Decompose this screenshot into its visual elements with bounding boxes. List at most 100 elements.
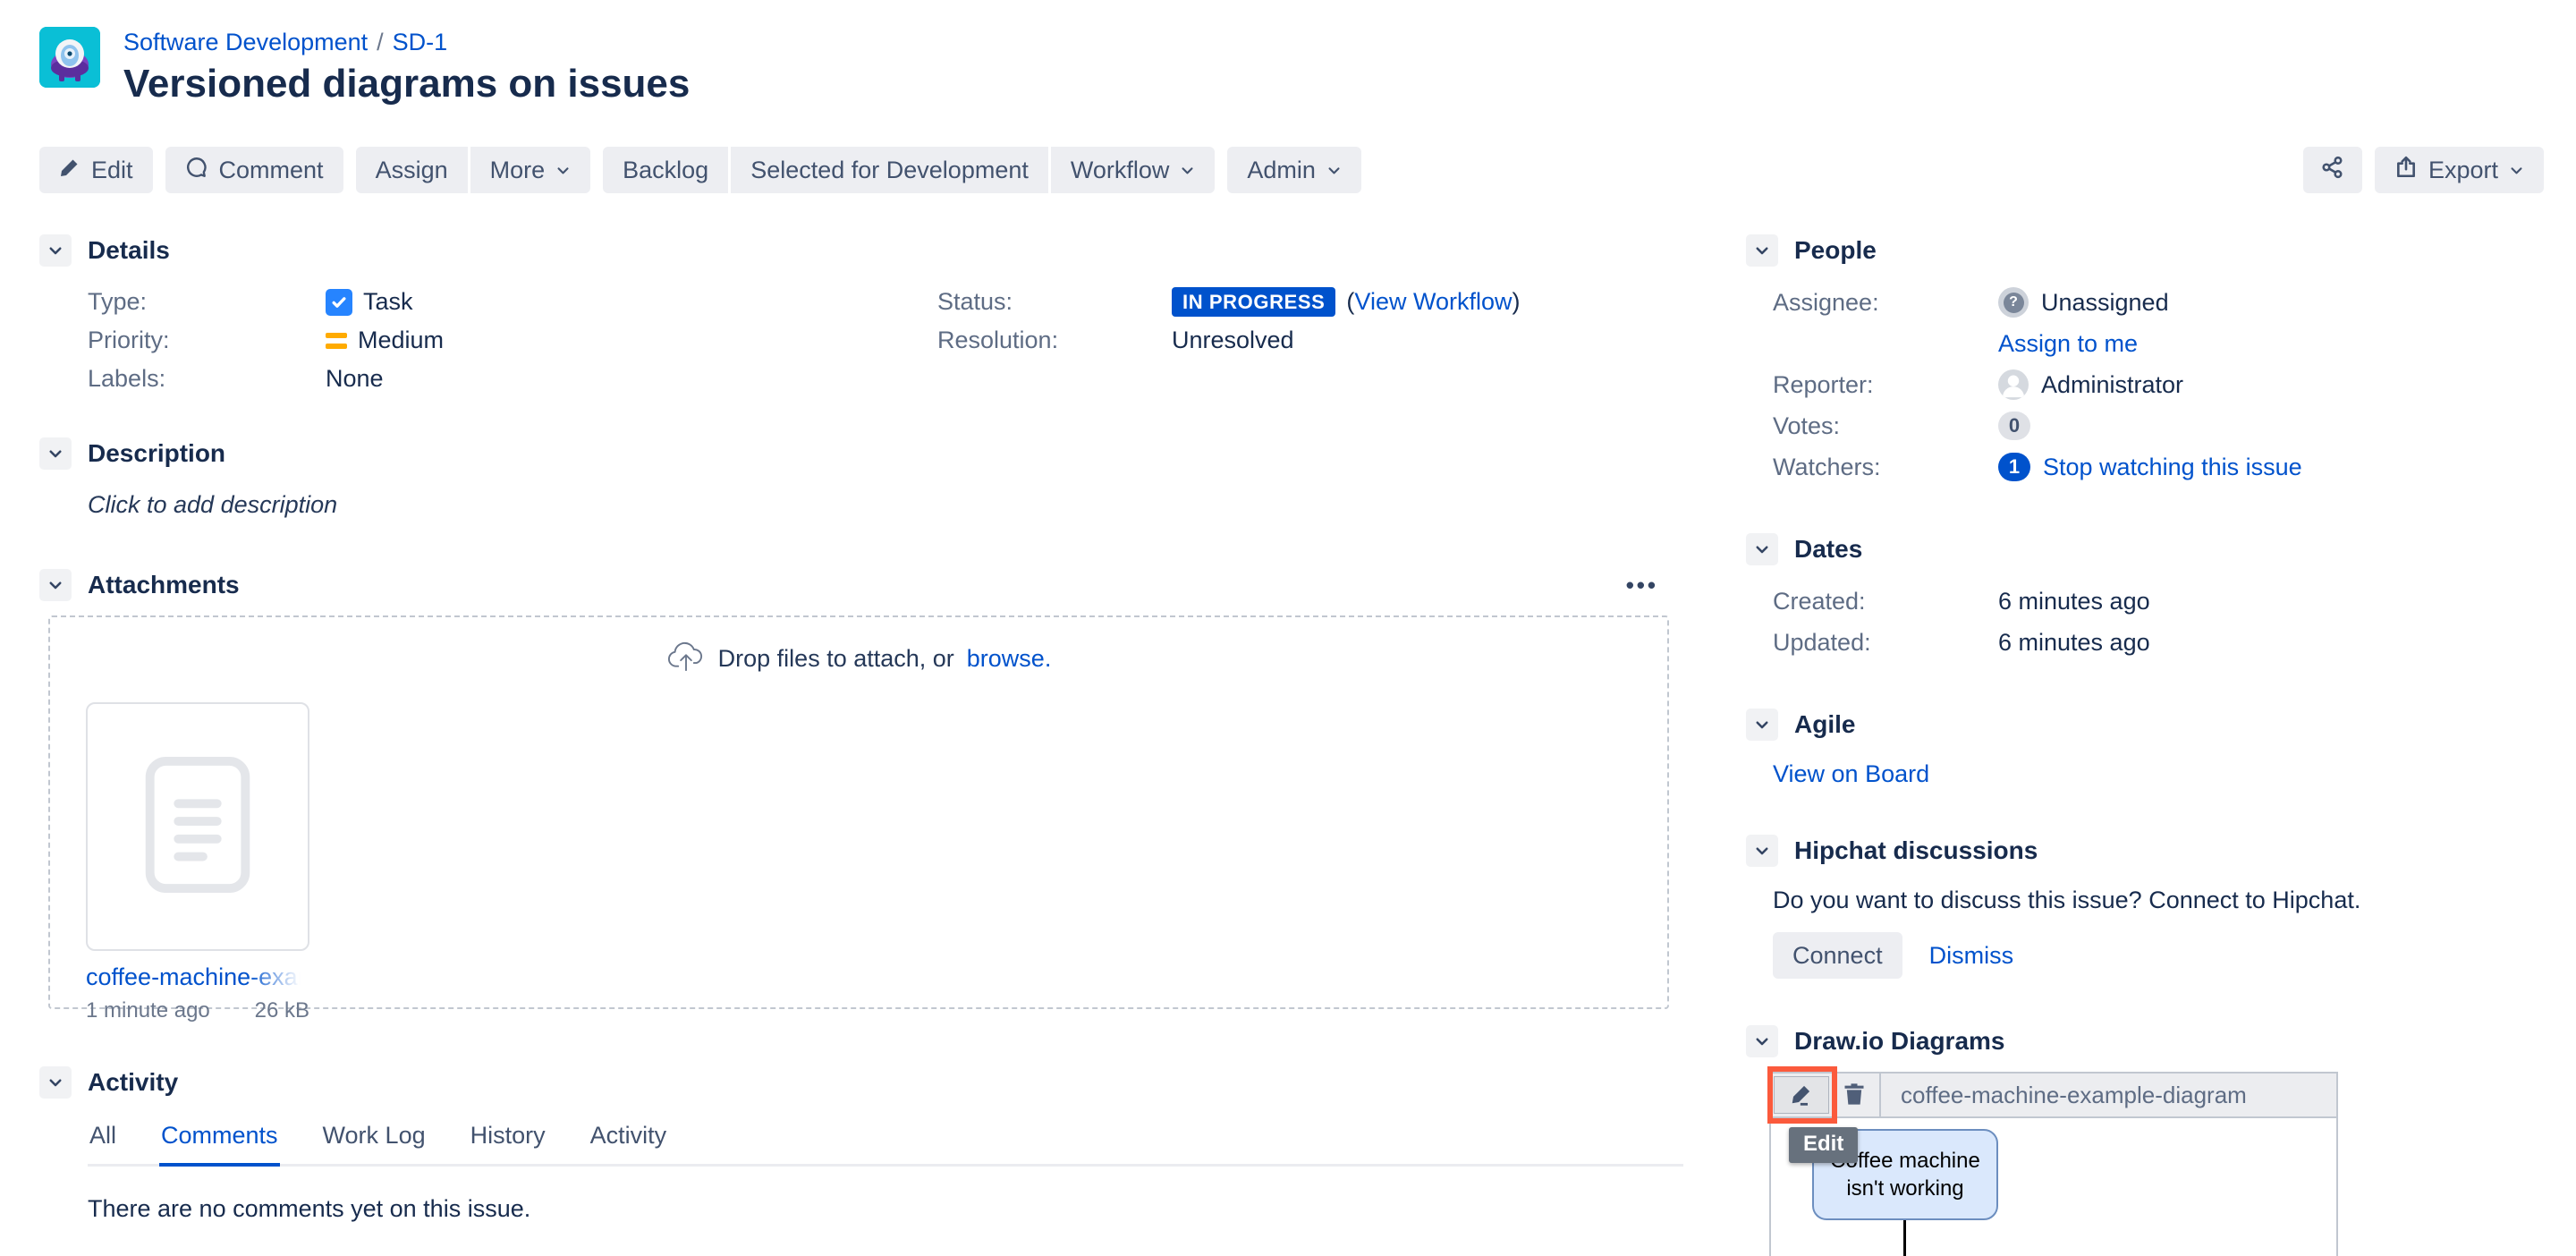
hipchat-connect-button[interactable]: Connect (1773, 932, 1902, 979)
drawio-section: Draw.io Diagrams coffee-machine-example-… (1746, 1025, 2544, 1256)
breadcrumb: Software Development/SD-1 (123, 27, 690, 55)
watchers-row: Watchers: 1 Stop watching this issue (1773, 447, 2544, 487)
export-button[interactable]: Export (2375, 147, 2544, 193)
tab-work-log[interactable]: Work Log (321, 1122, 428, 1164)
activity-tabs: All Comments Work Log History Activity (88, 1122, 1683, 1167)
drawio-heading: Draw.io Diagrams (1794, 1027, 2004, 1056)
diagram-name: coffee-machine-example-diagram (1881, 1082, 2247, 1109)
breadcrumb-issue-key-link[interactable]: SD-1 (393, 29, 448, 55)
activity-section: Activity All Comments Work Log History A… (39, 1066, 1683, 1256)
hipchat-text: Do you want to discuss this issue? Conne… (1773, 887, 2544, 914)
share-button[interactable] (2303, 147, 2362, 193)
assign-button[interactable]: Assign (356, 147, 468, 193)
tab-history[interactable]: History (469, 1122, 547, 1164)
people-section: People Assignee: ? Unassigned Assign to … (1746, 234, 2544, 487)
agile-collapse-chevron-icon[interactable] (1746, 709, 1778, 741)
breadcrumb-project-link[interactable]: Software Development (123, 29, 368, 55)
dates-heading: Dates (1794, 535, 1862, 564)
admin-button[interactable]: Admin (1227, 147, 1361, 193)
chevron-down-icon (2509, 157, 2524, 184)
document-icon (139, 754, 257, 900)
people-heading: People (1794, 236, 1877, 265)
chevron-down-icon (1180, 157, 1195, 184)
stop-watching-link[interactable]: Stop watching this issue (2043, 454, 2302, 481)
comment-button[interactable]: Comment (165, 147, 343, 193)
drawio-collapse-chevron-icon[interactable] (1746, 1025, 1778, 1057)
agile-section: Agile View on Board (1746, 709, 2544, 788)
created-row: Created: 6 minutes ago (1773, 581, 2544, 621)
people-collapse-chevron-icon[interactable] (1746, 234, 1778, 267)
workflow-button[interactable]: Workflow (1051, 147, 1216, 193)
browse-link[interactable]: browse. (967, 645, 1052, 673)
attachment-file-name[interactable]: coffee-machine-example-d (86, 963, 309, 991)
details-collapse-chevron-icon[interactable] (39, 234, 72, 267)
created-label: Created: (1773, 588, 1998, 615)
status-label: Status: (937, 288, 1172, 316)
attachments-heading: Attachments (88, 571, 240, 599)
agile-heading: Agile (1794, 710, 1855, 739)
more-button[interactable]: More (470, 147, 591, 193)
backlog-button-label: Backlog (623, 157, 708, 184)
updated-row: Updated: 6 minutes ago (1773, 623, 2544, 662)
drawio-edit-button[interactable] (1774, 1076, 1829, 1114)
assign-to-me-link[interactable]: Assign to me (1998, 330, 2138, 358)
assign-to-me-row: Assign to me (1773, 324, 2544, 363)
header-text: Software Development/SD-1 Versioned diag… (123, 27, 690, 107)
hipchat-collapse-chevron-icon[interactable] (1746, 835, 1778, 867)
type-label: Type: (88, 288, 326, 316)
view-on-board-link[interactable]: View on Board (1773, 760, 1929, 787)
attachments-options-icon[interactable]: ••• (1626, 576, 1658, 594)
resolution-value: Unresolved (1172, 327, 1294, 354)
watchers-badge[interactable]: 1 (1998, 453, 2030, 481)
dates-collapse-chevron-icon[interactable] (1746, 533, 1778, 565)
attachments-dropzone[interactable]: Drop files to attach, or browse. coffee-… (48, 615, 1669, 1009)
priority-value: Medium (358, 327, 444, 354)
tab-activity[interactable]: Activity (589, 1122, 669, 1164)
dates-section: Dates Created: 6 minutes ago Updated: 6 … (1746, 533, 2544, 662)
attachments-collapse-chevron-icon[interactable] (39, 569, 72, 601)
labels-value: None (326, 365, 384, 393)
attachment-thumbnail[interactable] (86, 702, 309, 951)
attachment-file-meta: 1 minute ago 26 kB (86, 998, 309, 1023)
votes-row: Votes: 0 (1773, 406, 2544, 446)
activity-collapse-chevron-icon[interactable] (39, 1066, 72, 1099)
resolution-row: Resolution: Unresolved (937, 321, 1520, 360)
upload-cloud-icon (666, 639, 706, 679)
tab-all[interactable]: All (88, 1122, 118, 1164)
selected-for-development-label: Selected for Development (750, 157, 1029, 184)
priority-row: Priority: Medium (88, 321, 889, 360)
type-row: Type: Task (88, 283, 889, 321)
view-workflow-link[interactable]: View Workflow (1354, 288, 1512, 315)
backlog-button[interactable]: Backlog (603, 147, 728, 193)
selected-for-development-button[interactable]: Selected for Development (731, 147, 1048, 193)
description-placeholder[interactable]: Click to add description (88, 491, 1683, 519)
updated-label: Updated: (1773, 629, 1998, 657)
hipchat-dismiss-link[interactable]: Dismiss (1929, 942, 2014, 970)
description-collapse-chevron-icon[interactable] (39, 437, 72, 470)
status-badge: IN PROGRESS (1172, 287, 1335, 317)
issue-header: Software Development/SD-1 Versioned diag… (0, 0, 2576, 107)
details-left-fields: Type: Task Priority: Medium (88, 283, 889, 398)
comment-button-label: Comment (219, 157, 324, 184)
assign-button-label: Assign (376, 157, 448, 184)
export-button-label: Export (2428, 157, 2498, 184)
drawio-diagram-panel: coffee-machine-example-diagram Coffee ma… (1769, 1072, 2338, 1256)
type-value: Task (363, 288, 413, 316)
comment-bubble-icon (185, 156, 208, 185)
breadcrumb-separator: / (368, 29, 393, 55)
attachment-age: 1 minute ago (86, 998, 210, 1023)
activity-heading: Activity (88, 1068, 178, 1097)
diagram-preview[interactable]: Coffee machine isn't working Edit (1771, 1118, 2336, 1256)
edit-button[interactable]: Edit (39, 147, 153, 193)
priority-label: Priority: (88, 327, 326, 354)
project-avatar-icon[interactable] (39, 27, 100, 88)
tab-comments[interactable]: Comments (159, 1122, 280, 1164)
drawio-delete-button[interactable] (1829, 1075, 1879, 1115)
details-section: Details Type: Task Priority: (39, 234, 1683, 398)
ufo-monster-icon (39, 27, 100, 88)
issue-content: Details Type: Task Priority: (0, 193, 2576, 1256)
description-section: Description Click to add description (39, 437, 1683, 519)
more-button-label: More (490, 157, 546, 184)
workflow-button-label: Workflow (1071, 157, 1170, 184)
hipchat-heading: Hipchat discussions (1794, 836, 2038, 865)
